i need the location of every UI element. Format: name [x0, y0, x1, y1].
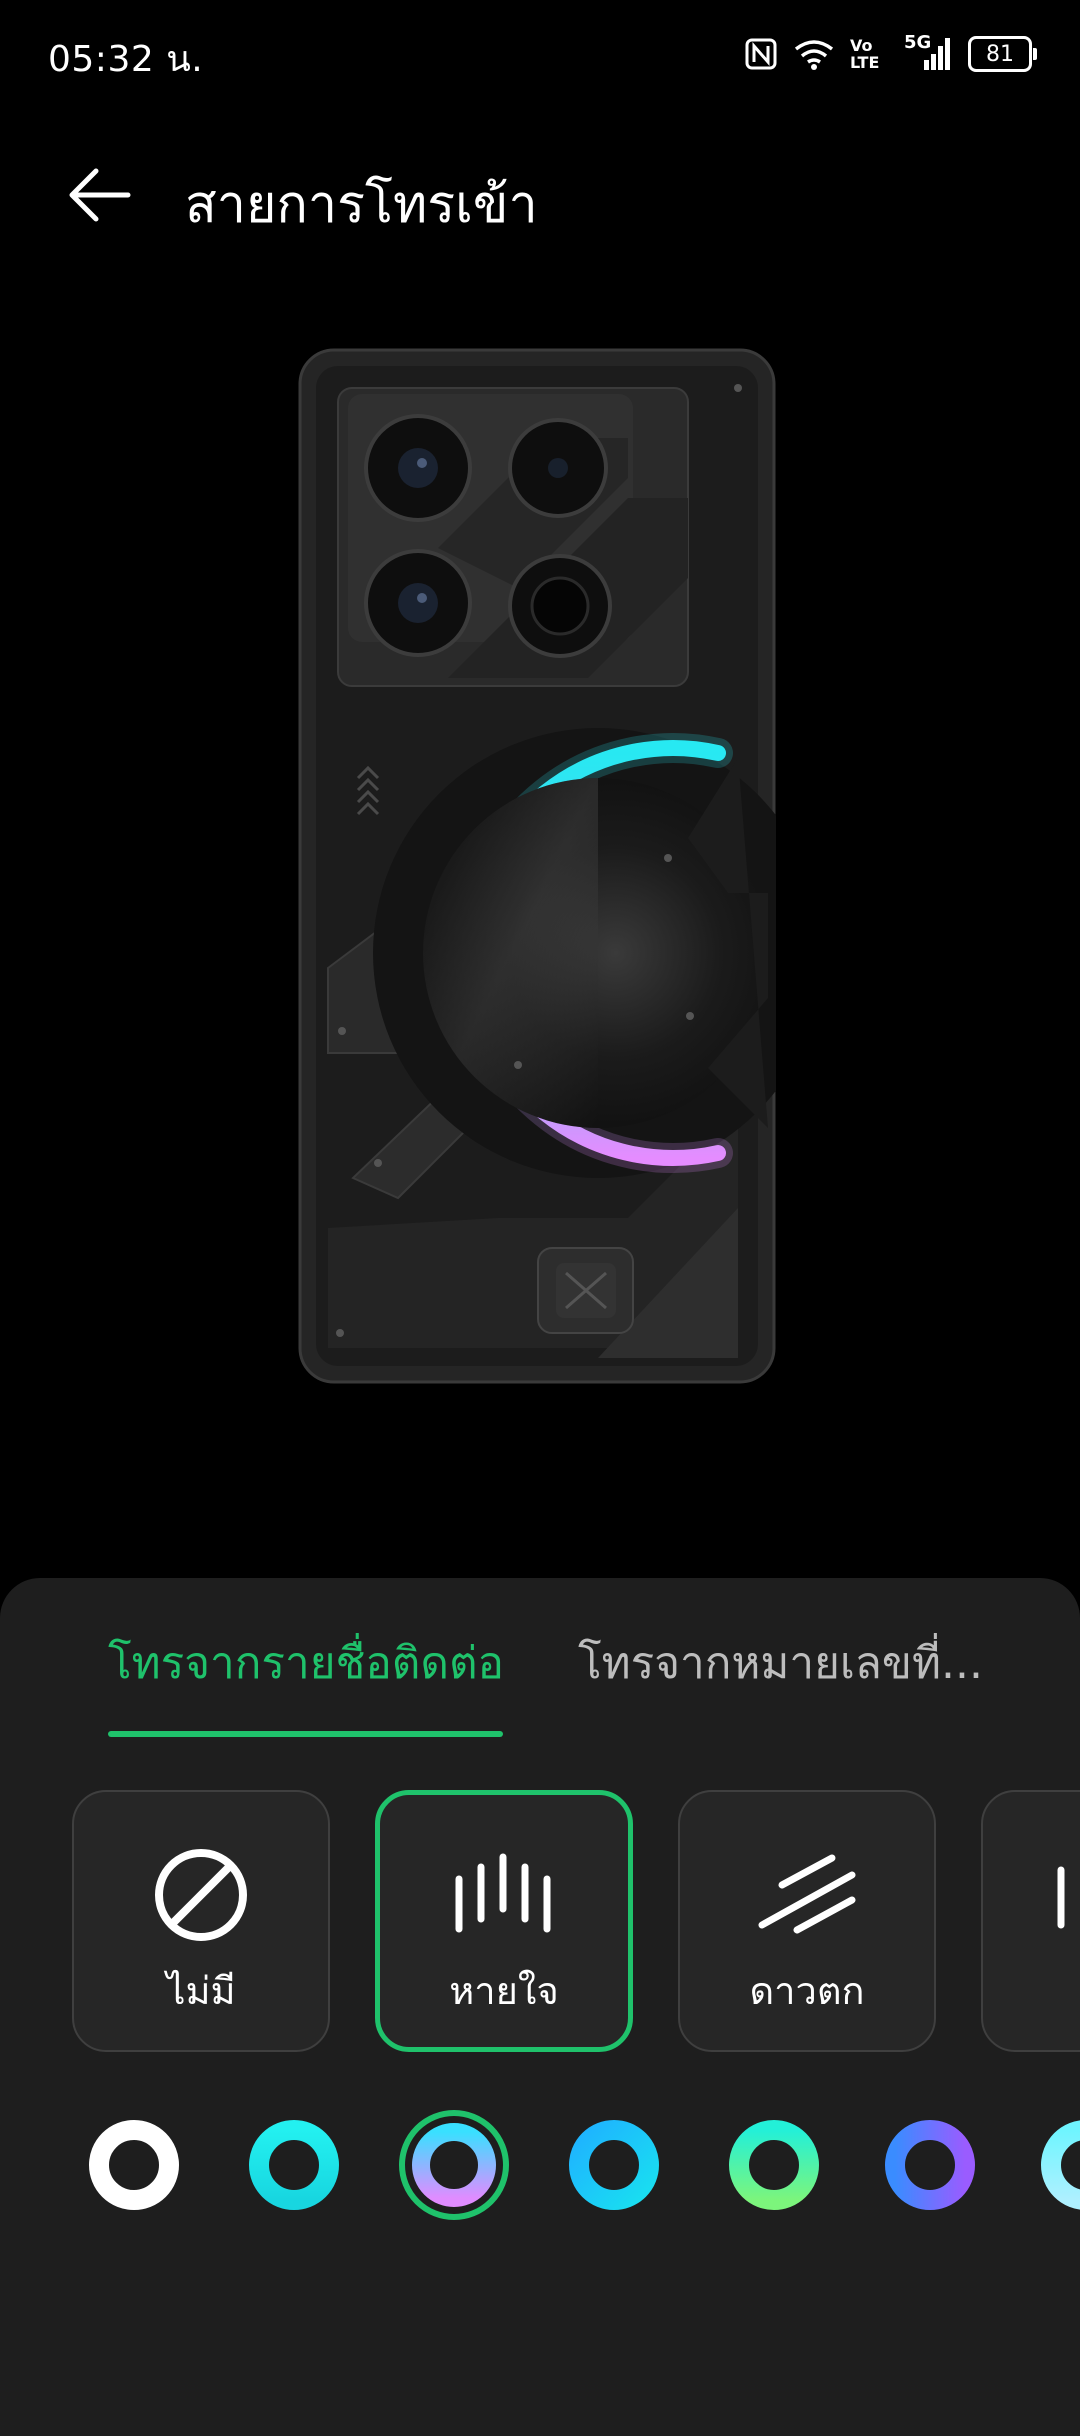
settings-panel: โทรจากรายชื่อติดต่อ โทรจากหมายเลขที่... …	[0, 1578, 1080, 2436]
status-icons: Vo LTE 5G 81	[744, 30, 1037, 78]
battery-level: 81	[986, 41, 1014, 67]
phone-preview	[298, 348, 776, 1384]
effect-list: ไม่มี หายใจ ดาวตก	[0, 1790, 1080, 2060]
volte-icon: Vo LTE	[850, 37, 888, 71]
tab-contacts[interactable]: โทรจากรายชื่อติดต่อ	[108, 1628, 504, 1698]
status-time: 05:32 น.	[48, 39, 204, 80]
camera-lens-icon	[364, 549, 472, 657]
color-swatch-white[interactable]	[72, 2103, 196, 2227]
breathing-icon	[455, 1853, 551, 1933]
nfc-icon	[745, 38, 777, 70]
color-list	[0, 2103, 1080, 2233]
camera-lens-icon	[508, 418, 608, 518]
none-icon	[155, 1849, 247, 1941]
effect-meteor-label: ดาวตก	[749, 1969, 865, 2013]
battery-icon: 81	[968, 36, 1037, 72]
tab-indicator	[108, 1731, 503, 1737]
volte-label: Vo LTE	[850, 36, 880, 72]
effect-partial-card[interactable]	[981, 1790, 1080, 2052]
effect-breathing-label: หายใจ	[449, 1969, 559, 2013]
color-swatch-blue[interactable]	[552, 2103, 676, 2227]
color-swatch-blue-violet[interactable]	[868, 2103, 992, 2227]
effect-meteor-card[interactable]: ดาวตก	[678, 1790, 936, 2052]
status-bar: 05:32 น. Vo LTE 5G 81	[0, 0, 1080, 110]
flash-icon	[508, 554, 612, 658]
effect-breathing-card[interactable]: หายใจ	[375, 1790, 633, 2052]
header: สายการโทรเข้า	[0, 140, 1080, 250]
screen: 05:32 น. Vo LTE 5G 81 สายการโทรเข้า โทรจ…	[0, 0, 1080, 2436]
camera-lens-icon	[364, 414, 472, 522]
back-button[interactable]	[60, 160, 140, 230]
meteor-icon	[758, 1854, 856, 1934]
effect-none-label: ไม่มี	[166, 1969, 236, 2013]
cellular-signal-icon: 5G	[904, 32, 952, 72]
color-swatch-cyan-purple[interactable]	[392, 2103, 516, 2227]
page-title: สายการโทรเข้า	[185, 175, 538, 235]
logo-emblem	[537, 1247, 634, 1334]
back-arrow-icon	[69, 168, 131, 222]
color-swatch-cyan[interactable]	[232, 2103, 356, 2227]
color-swatch-partial[interactable]	[1024, 2103, 1080, 2227]
partial-effect-icon	[1057, 1866, 1065, 1929]
tab-unknown-numbers[interactable]: โทรจากหมายเลขที่...	[578, 1628, 983, 1698]
effect-none-card[interactable]: ไม่มี	[72, 1790, 330, 2052]
wifi-icon	[794, 40, 834, 70]
color-swatch-teal-green[interactable]	[712, 2103, 836, 2227]
